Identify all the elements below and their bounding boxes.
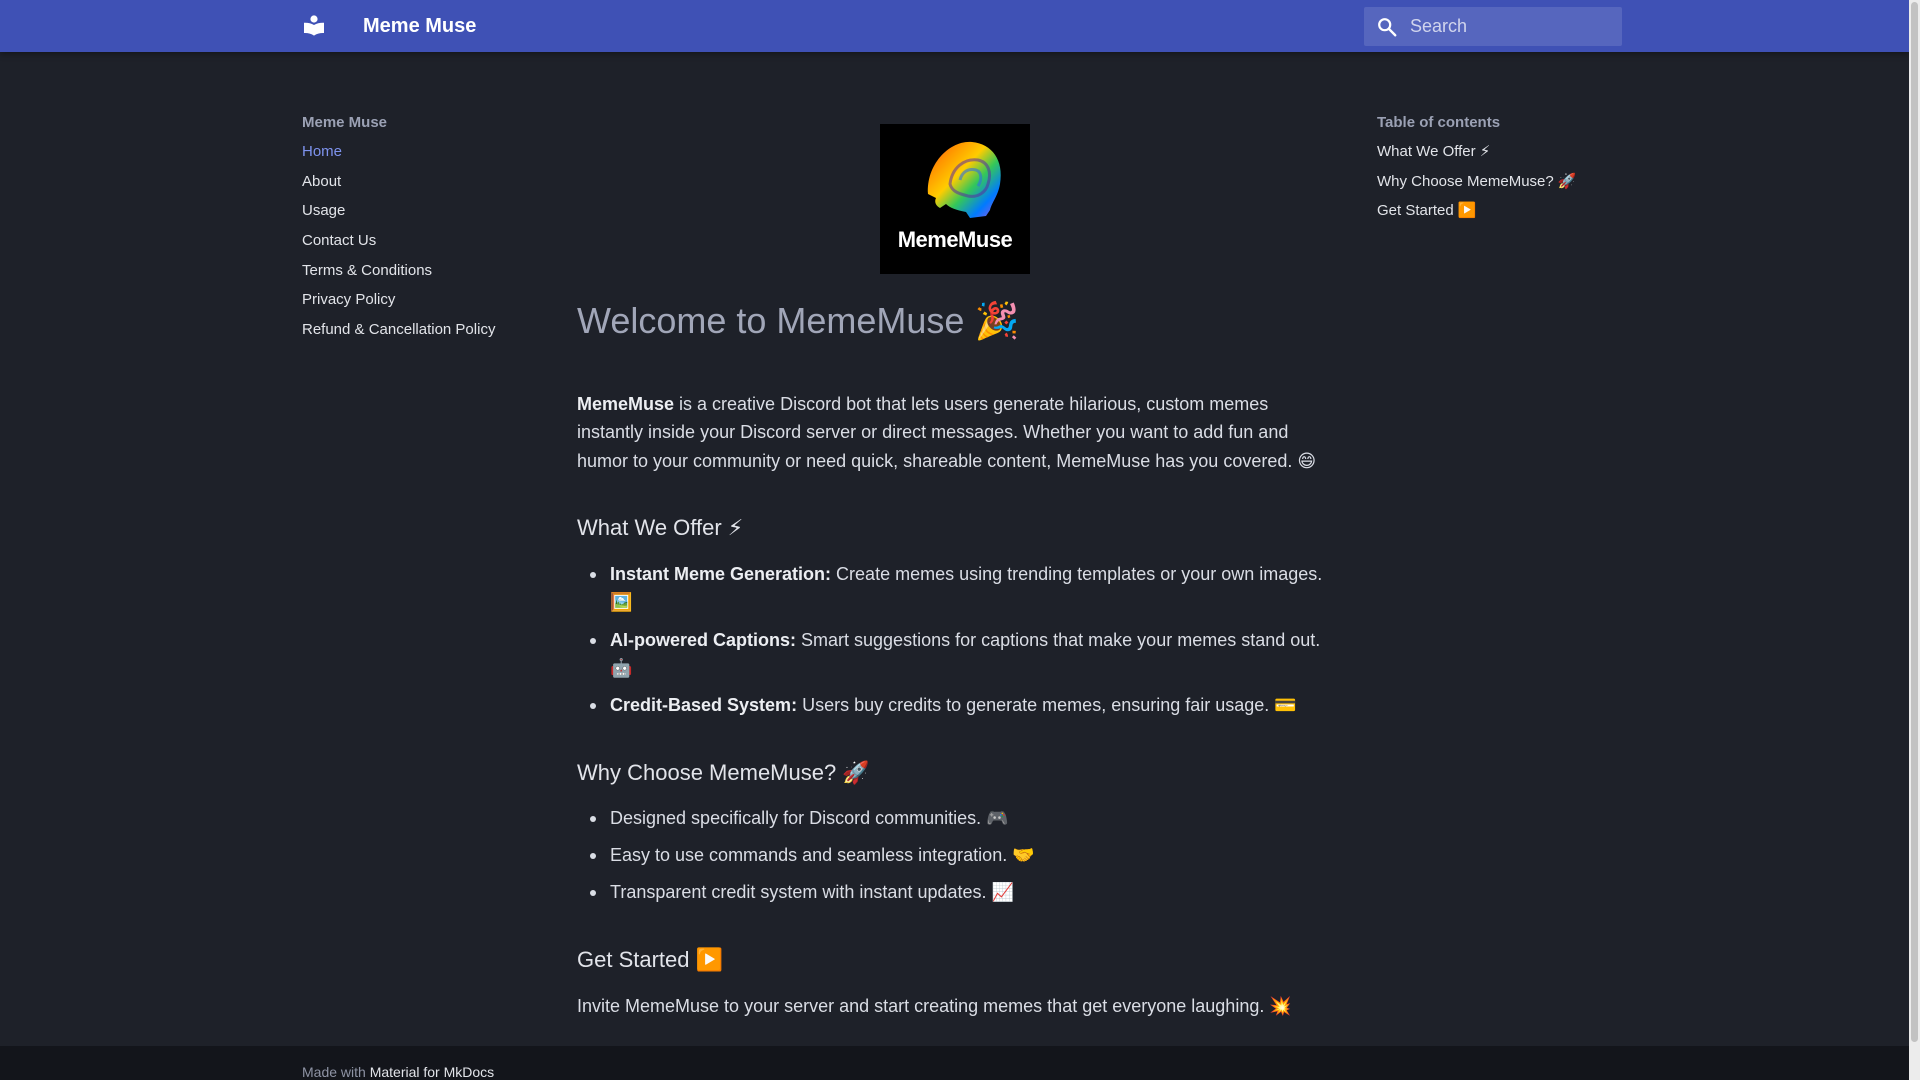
nav-item-about[interactable]: About [302,171,495,201]
toc-title: Table of contents [1377,114,1501,131]
offer-list: Instant Meme Generation: Create memes us… [577,560,1337,728]
nav-item-privacy-policy[interactable]: Privacy Policy [302,289,495,319]
nav-item-refund-policy[interactable]: Refund & Cancellation Policy [302,319,495,349]
list-item: Instant Meme Generation: Create memes us… [577,560,1337,617]
primary-nav: Home About Usage Contact Us Terms & Cond… [302,141,495,349]
get-started-paragraph: Invite MemeMuse to your server and start… [577,996,1292,1016]
top-header: Meme Muse [0,0,1909,52]
nav-title: Meme Muse [302,114,388,131]
toc-item-why-choose[interactable]: Why Choose MemeMuse? 🚀 [1377,171,1577,201]
page-scrollbar[interactable] [1909,0,1920,1080]
nav-item-home[interactable]: Home [302,141,495,171]
search-box[interactable] [1364,7,1622,46]
offer-item-bold: AI-powered Captions: [610,629,797,650]
footer-mkdocs-link[interactable]: Material for MkDocs [370,1064,494,1080]
nav-item-terms[interactable]: Terms & Conditions [302,260,495,290]
list-item: Credit-Based System: Users buy credits t… [577,691,1337,719]
nav-item-usage[interactable]: Usage [302,200,495,230]
list-item: AI-powered Captions: Smart suggestions f… [577,626,1337,683]
table-of-contents: What We Offer ⚡ Why Choose MemeMuse? 🚀 G… [1377,141,1577,230]
list-item: Transparent credit system with instant u… [577,878,1337,906]
footer: Made with Material for MkDocs [0,1046,1909,1080]
intro-bold: MemeMuse [577,394,675,414]
heading-what-we-offer: What We Offer ⚡ [577,515,744,540]
footer-prefix: Made with [302,1064,370,1080]
site-title[interactable]: Meme Muse [363,15,476,38]
search-icon[interactable] [1376,16,1398,38]
offer-item-bold: Credit-Based System: [610,695,798,716]
scrollbar-thumb[interactable] [1911,2,1918,1042]
toc-item-what-we-offer[interactable]: What We Offer ⚡ [1377,141,1577,171]
intro-text: is a creative Discord bot that lets user… [577,394,1317,471]
nav-item-contact-us[interactable]: Contact Us [302,230,495,260]
list-item: Designed specifically for Discord commun… [577,804,1337,832]
intro-paragraph: MemeMuse is a creative Discord bot that … [577,390,1337,475]
list-item: Easy to use commands and seamless integr… [577,841,1337,869]
search-input[interactable] [1410,7,1615,46]
offer-item-bold: Instant Meme Generation: [610,564,832,584]
heading-get-started: Get Started ▶️ [577,947,724,972]
toc-item-get-started[interactable]: Get Started ▶️ [1377,200,1577,230]
book-open-icon[interactable] [302,14,326,38]
page-title: Welcome to MemeMuse 🎉 [577,300,1020,341]
offer-item-text: Users buy credits to generate memes, ens… [797,695,1297,716]
footer-credit: Made with Material for MkDocs [302,1064,494,1080]
logo-wordmark: MemeMuse [897,227,1013,252]
why-list: Designed specifically for Discord commun… [577,804,1337,914]
heading-why-choose: Why Choose MemeMuse? 🚀 [577,760,870,785]
mememuse-logo-image: MemeMuse [880,124,1030,274]
